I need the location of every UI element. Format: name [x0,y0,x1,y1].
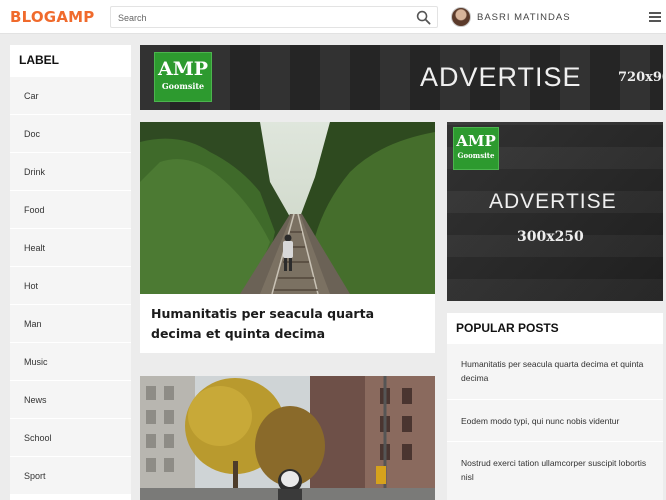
post-card[interactable] [140,376,435,500]
site-header: BLOGAMP BASRI MATINDAS [0,0,666,34]
label-item-hot[interactable]: Hot [10,266,131,304]
label-item-music[interactable]: Music [10,342,131,380]
amp-logo-badge: AMP Goomsite [453,127,499,170]
popular-post-link[interactable]: Humanitatis per seacula quarta decima et… [447,343,663,399]
search-box[interactable] [110,6,438,28]
label-item-car[interactable]: Car [10,76,131,114]
user-profile[interactable]: BASRI MATINDAS [451,6,571,28]
banner-advertisement[interactable]: AMP Goomsite ADVERTISE 720x90 [140,45,663,110]
sidebar-advertisement[interactable]: AMP Goomsite ADVERTISE 300x250 [447,122,663,301]
label-item-news[interactable]: News [10,380,131,418]
amp-logo-text: AMP [157,58,209,80]
label-item-food[interactable]: Food [10,190,131,228]
label-item-doc[interactable]: Doc [10,114,131,152]
popular-post-link[interactable]: Eodem modo typi, qui nunc nobis videntur [447,399,663,441]
amp-logo-badge: AMP Goomsite [154,52,212,102]
post-image-street[interactable] [140,376,435,500]
post-image-railway[interactable] [140,122,435,294]
label-item-drink[interactable]: Drink [10,152,131,190]
site-logo[interactable]: BLOGAMP [10,8,94,26]
popular-post-link[interactable]: Nostrud exerci tation ullamcorper suscip… [447,441,663,500]
label-item-sport[interactable]: Sport [10,456,131,494]
ad-size-text: 720x90 [618,70,663,85]
advertise-text: ADVERTISE [420,62,582,92]
amp-logo-subtext: Goomsite [457,151,495,160]
popular-posts-widget: POPULAR POSTS Humanitatis per seacula qu… [447,313,663,500]
advertise-text: ADVERTISE [489,190,617,213]
hamburger-menu-icon[interactable] [649,12,661,22]
user-name[interactable]: BASRI MATINDAS [477,12,571,23]
label-item-man[interactable]: Man [10,304,131,342]
popular-posts-title: POPULAR POSTS [456,321,559,335]
label-item-healt[interactable]: Healt [10,228,131,266]
post-title[interactable]: Humanitatis per seacula quarta decima et… [151,304,426,344]
search-icon[interactable] [416,10,431,25]
avatar[interactable] [451,7,471,27]
post-card[interactable]: Humanitatis per seacula quarta decima et… [140,122,435,353]
label-sidebar: LABEL Car Doc Drink Food Healt Hot Man M… [10,45,131,500]
sidebar-title: LABEL [19,53,59,67]
search-input[interactable] [118,11,408,25]
amp-logo-text: AMP [456,132,496,150]
label-item-school[interactable]: School [10,418,131,456]
amp-logo-subtext: Goomsite [161,81,205,91]
ad-size-text: 300x250 [517,229,584,245]
